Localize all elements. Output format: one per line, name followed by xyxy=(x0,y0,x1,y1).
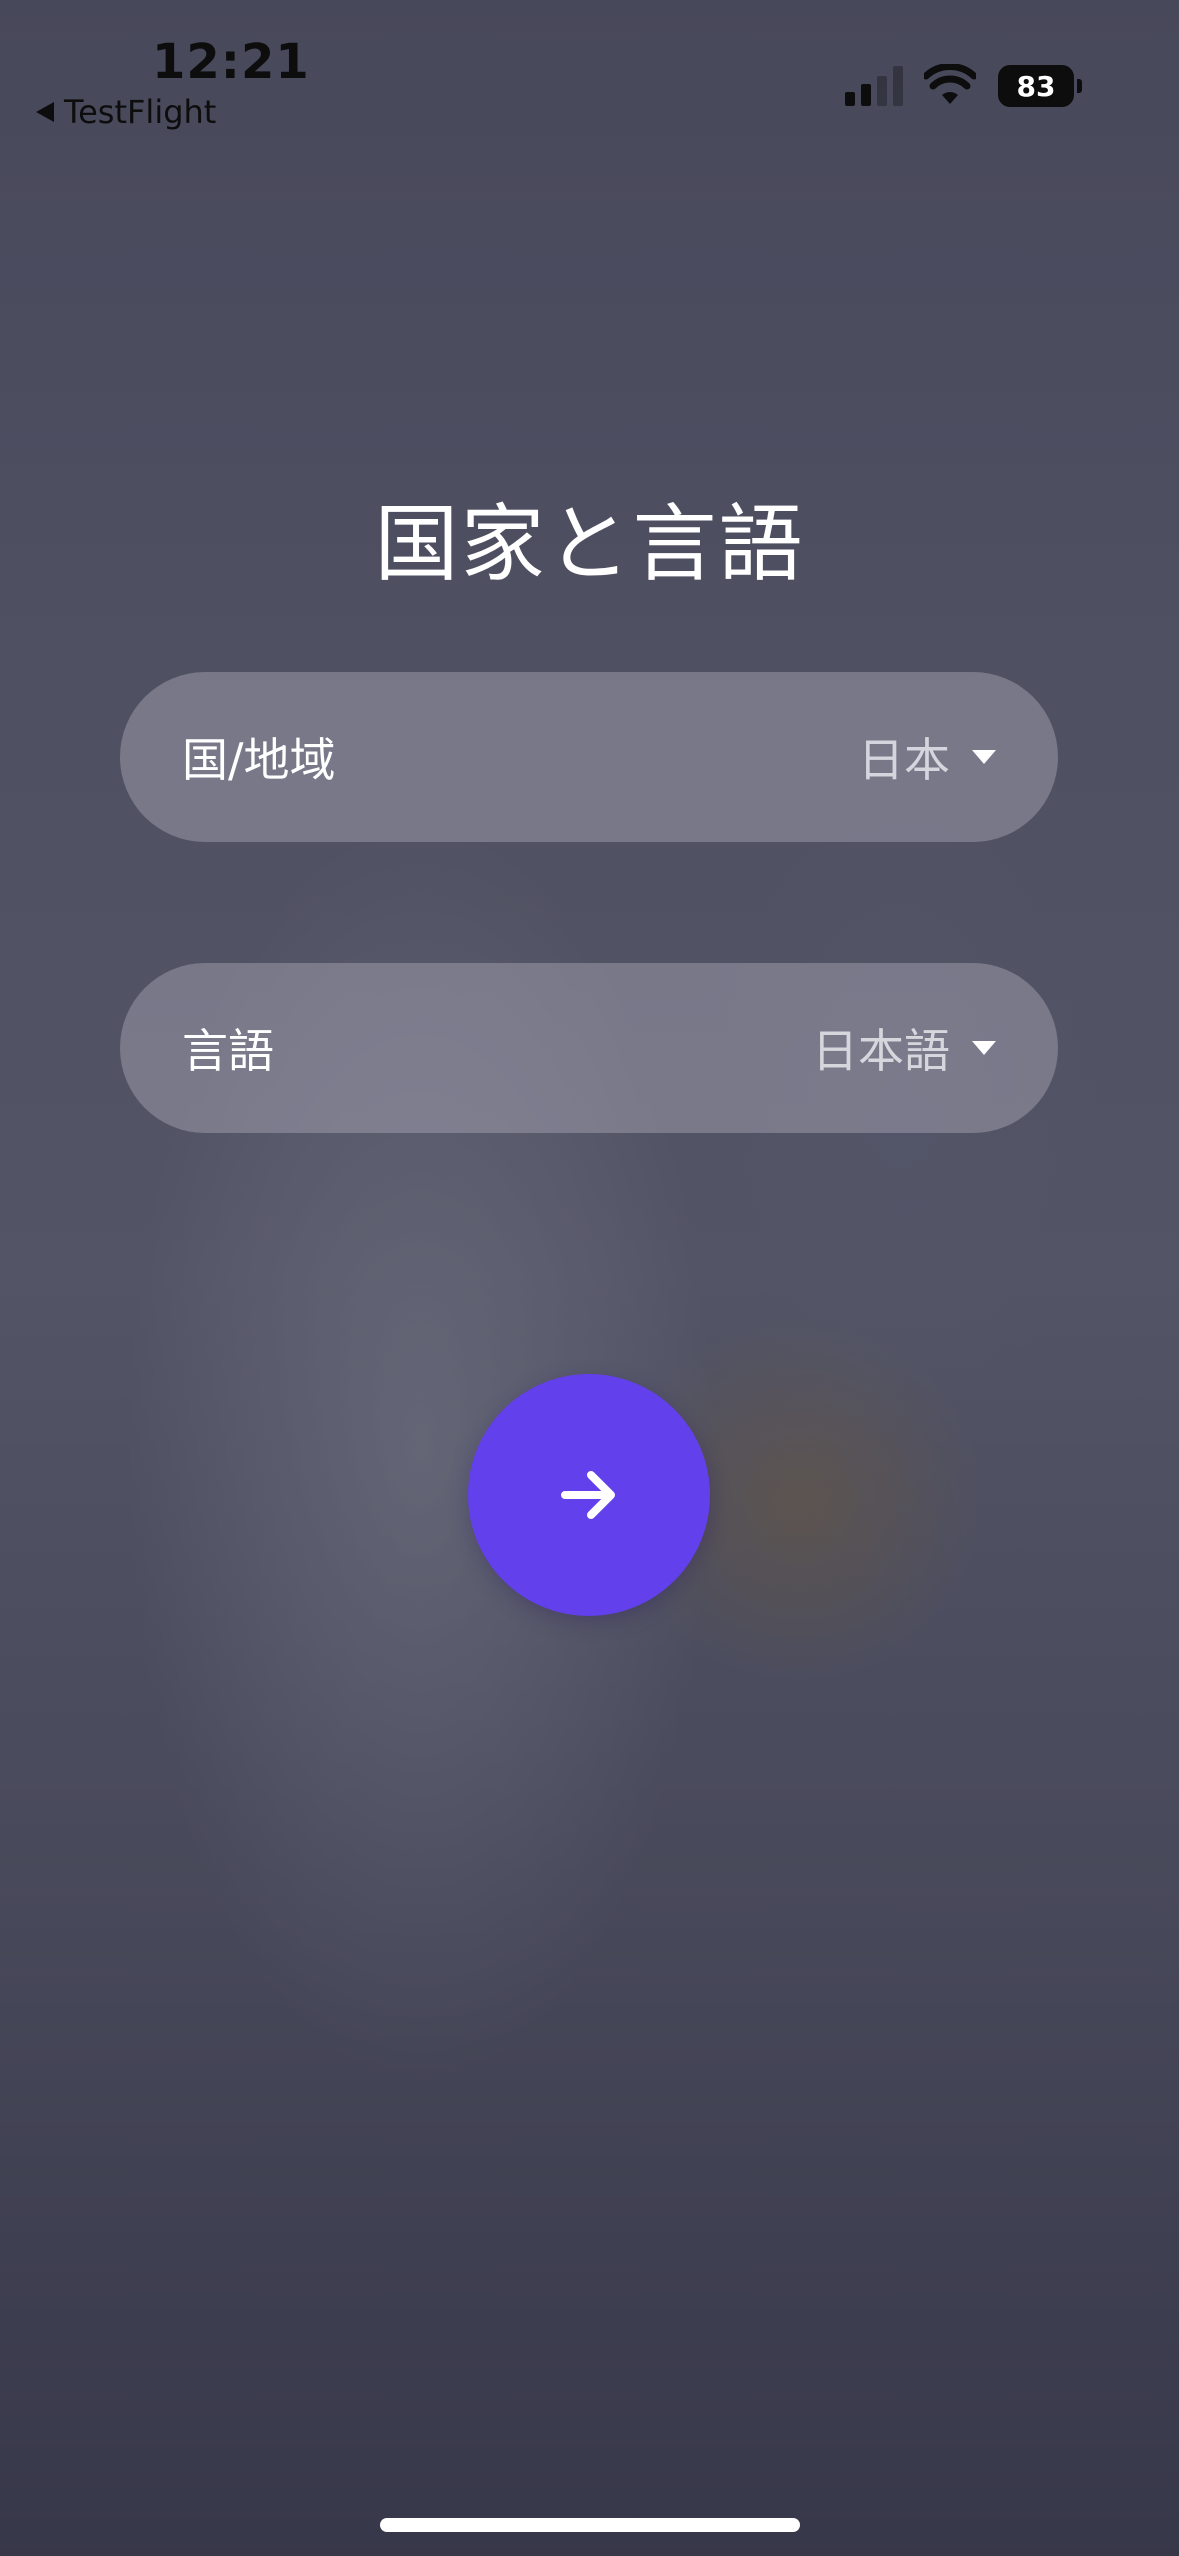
background-overlay xyxy=(0,0,1179,2556)
battery-level: 83 xyxy=(998,65,1074,107)
country-selector[interactable]: 国/地域 日本 xyxy=(120,672,1058,842)
language-selector[interactable]: 言語 日本語 xyxy=(120,963,1058,1133)
home-indicator[interactable] xyxy=(380,2518,800,2532)
back-app-label: TestFlight xyxy=(64,93,217,131)
battery-icon: 83 xyxy=(998,64,1082,108)
arrow-right-icon xyxy=(561,1471,615,1519)
cellular-signal-icon xyxy=(845,66,907,106)
page-title: 国家と言語 xyxy=(374,495,805,594)
caret-down-icon xyxy=(972,750,996,764)
next-button[interactable] xyxy=(468,1374,710,1616)
status-bar: 12:21 TestFlight 83 xyxy=(0,0,1179,140)
language-value: 日本語 xyxy=(812,1024,950,1078)
language-value-group: 日本語 xyxy=(812,1015,996,1081)
language-label: 言語 xyxy=(182,1024,274,1078)
caret-down-icon xyxy=(972,1041,996,1055)
country-value-group: 日本 xyxy=(858,724,996,790)
wifi-icon xyxy=(924,64,976,104)
country-label: 国/地域 xyxy=(182,733,336,787)
back-to-app-button[interactable]: TestFlight xyxy=(36,92,216,132)
status-time: 12:21 xyxy=(152,34,310,90)
back-triangle-icon xyxy=(36,102,54,122)
country-value: 日本 xyxy=(858,733,950,787)
